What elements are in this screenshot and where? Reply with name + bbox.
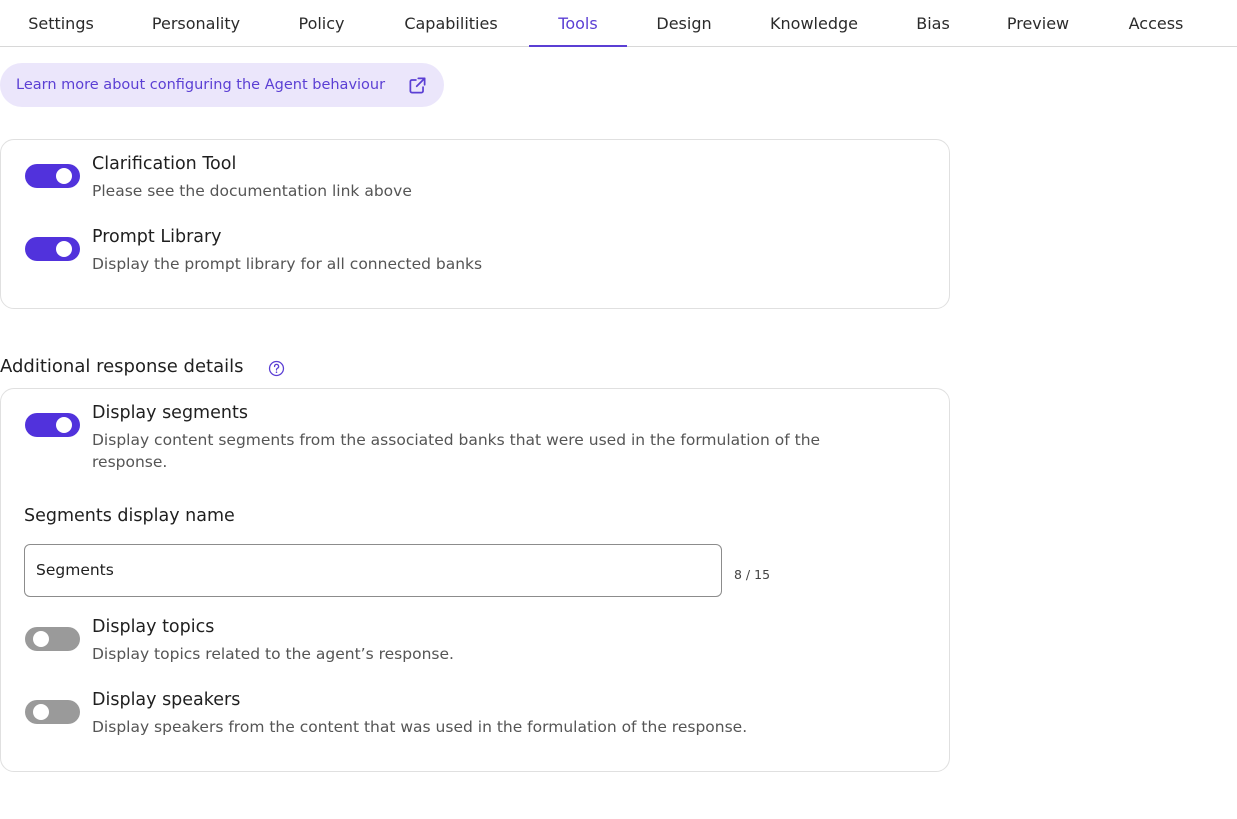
learn-more-label: Learn more about configuring the Agent b…	[16, 77, 386, 93]
prompt-library-description: Display the prompt library for all conne…	[92, 255, 483, 273]
clarification-tool-toggle[interactable]	[25, 164, 80, 188]
tab-knowledge[interactable]: Knowledge	[755, 0, 873, 46]
display-speakers-description: Display speakers from the content that w…	[92, 718, 748, 736]
tab-bias[interactable]: Bias	[903, 0, 963, 46]
tab-settings[interactable]: Settings	[0, 0, 122, 46]
segments-display-name-field	[24, 544, 722, 597]
display-topics-title: Display topics	[92, 617, 215, 637]
external-link-icon	[409, 77, 426, 94]
tab-bar: Settings Personality Policy Capabilities…	[0, 0, 1237, 47]
question-circle-icon[interactable]	[268, 360, 285, 377]
additional-response-details-title: Additional response details	[0, 356, 244, 377]
clarification-tool-title: Clarification Tool	[92, 154, 237, 174]
tab-personality[interactable]: Personality	[136, 0, 256, 46]
display-segments-title: Display segments	[92, 403, 248, 423]
tab-design[interactable]: Design	[642, 0, 726, 46]
tab-preview[interactable]: Preview	[993, 0, 1083, 46]
tab-policy[interactable]: Policy	[284, 0, 359, 46]
toggle-knob	[56, 241, 72, 257]
character-counter: 8 / 15	[734, 567, 771, 582]
segments-display-name-input[interactable]	[36, 545, 696, 594]
display-topics-toggle[interactable]	[25, 627, 80, 651]
tab-tools[interactable]: Tools	[529, 0, 627, 47]
tab-access[interactable]: Access	[1113, 0, 1199, 46]
toggle-knob	[56, 168, 72, 184]
tab-capabilities[interactable]: Capabilities	[388, 0, 514, 46]
toggle-knob	[33, 631, 49, 647]
display-topics-description: Display topics related to the agent’s re…	[92, 645, 454, 663]
display-segments-description: Display content segments from the associ…	[92, 431, 821, 471]
clarification-tool-description: Please see the documentation link above	[92, 182, 412, 200]
prompt-library-title: Prompt Library	[92, 227, 222, 247]
prompt-library-toggle[interactable]	[25, 237, 80, 261]
learn-more-link[interactable]: Learn more about configuring the Agent b…	[0, 63, 444, 107]
display-segments-toggle[interactable]	[25, 413, 80, 437]
display-speakers-toggle[interactable]	[25, 700, 80, 724]
toggle-knob	[56, 417, 72, 433]
segments-display-name-label: Segments display name	[24, 506, 235, 526]
tools-card: Clarification Tool Please see the docume…	[0, 139, 950, 309]
display-speakers-title: Display speakers	[92, 690, 241, 710]
toggle-knob	[33, 704, 49, 720]
